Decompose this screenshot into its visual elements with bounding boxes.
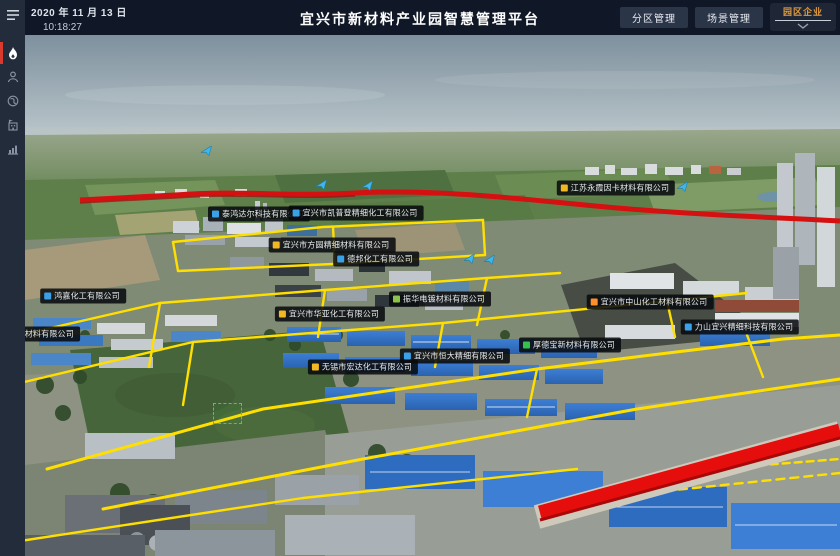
plane-icon — [200, 146, 214, 158]
company-label-text: 宜兴市方圆精细材料有限公司 — [283, 240, 390, 251]
plane-icon — [463, 254, 477, 266]
company-marker-icon — [293, 210, 300, 217]
company-label-text: 市防腐材料有限公司 — [25, 329, 74, 340]
company-label-text: 厚德宝新材料有限公司 — [533, 340, 615, 351]
company-marker-icon — [337, 256, 344, 263]
company-label[interactable]: 宜兴市方圆精细材料有限公司 — [269, 238, 396, 253]
company-label-text: 力山宜兴精细科技有限公司 — [695, 322, 793, 333]
company-marker-icon — [212, 211, 219, 218]
company-label-text: 振华电镀材料有限公司 — [403, 294, 485, 305]
company-marker-icon — [591, 299, 598, 306]
dropdown-divider — [775, 20, 831, 21]
top-bar: 2020 年 11 月 13 日 10:18:27 宜兴市新材料产业园智慧管理平… — [25, 0, 840, 35]
company-marker-icon — [312, 364, 319, 371]
sidebar-item-enterprise[interactable] — [0, 113, 25, 137]
company-marker-icon — [273, 242, 280, 249]
company-label-text: 宜兴市恒大精细有限公司 — [414, 351, 504, 362]
plane-icon — [483, 255, 497, 267]
company-marker-icon — [279, 311, 286, 318]
plane-icon — [315, 180, 329, 192]
sidebar-item-statistics[interactable] — [0, 137, 25, 161]
company-label[interactable]: 德邦化工有限公司 — [333, 252, 419, 267]
scene-manage-button[interactable]: 场景管理 — [695, 7, 763, 28]
zone-manage-button[interactable]: 分区管理 — [620, 7, 688, 28]
selection-box — [213, 403, 242, 424]
company-marker-icon — [561, 185, 568, 192]
sidebar-item-personnel[interactable] — [0, 65, 25, 89]
company-label[interactable]: 振华电镀材料有限公司 — [389, 292, 491, 307]
current-date: 2020 年 11 月 13 日 — [31, 4, 127, 19]
dropdown-label: 园区企业 — [783, 5, 823, 18]
bar-chart-icon — [7, 143, 19, 155]
company-label-text: 宜兴市中山化工材料有限公司 — [601, 297, 708, 308]
company-marker-icon — [523, 342, 530, 349]
company-marker-icon — [393, 296, 400, 303]
company-label[interactable]: 厚德宝新材料有限公司 — [519, 338, 621, 353]
company-label[interactable]: 宜兴市凯普登精细化工有限公司 — [289, 206, 424, 221]
datetime-block: 2020 年 11 月 13 日 10:18:27 — [31, 4, 127, 33]
company-label[interactable]: 力山宜兴精细科技有限公司 — [681, 320, 799, 335]
company-label-text: 江苏永霞因卡材料有限公司 — [571, 183, 669, 194]
current-time: 10:18:27 — [43, 22, 127, 33]
swirl-icon — [7, 95, 19, 107]
app-root: 2020 年 11 月 13 日 10:18:27 宜兴市新材料产业园智慧管理平… — [0, 0, 840, 556]
menu-icon — [6, 9, 20, 21]
company-label[interactable]: 宜兴市华亚化工有限公司 — [275, 307, 385, 322]
company-label-text: 德邦化工有限公司 — [347, 254, 413, 265]
sidebar-item-energy[interactable] — [0, 89, 25, 113]
company-marker-icon — [44, 293, 51, 300]
map-3d-view[interactable]: 泰鸿达尔科技有限公司宜兴市凯普登精细化工有限公司宜兴市方圆精细材料有限公司德邦化… — [25, 35, 840, 556]
chevron-down-icon — [797, 23, 809, 29]
company-label-text: 鸿嘉化工有限公司 — [54, 291, 120, 302]
plane-icon — [361, 181, 375, 193]
building-icon — [7, 119, 19, 131]
company-label-text: 宜兴市凯普登精细化工有限公司 — [303, 208, 418, 219]
company-label-text: 无锡市宏达化工有限公司 — [322, 362, 412, 373]
sidebar-item-alarm[interactable] — [0, 41, 25, 65]
company-label[interactable]: 宜兴市中山化工材料有限公司 — [587, 295, 714, 310]
company-marker-icon — [404, 353, 411, 360]
active-indicator — [0, 42, 3, 64]
park-enterprise-dropdown[interactable]: 园区企业 — [770, 3, 836, 31]
company-label[interactable]: 鸿嘉化工有限公司 — [40, 289, 126, 304]
sidebar — [0, 0, 25, 556]
sidebar-item-menu[interactable] — [0, 3, 25, 27]
user-icon — [7, 71, 19, 83]
company-label[interactable]: 无锡市宏达化工有限公司 — [308, 360, 418, 375]
company-label[interactable]: 市防腐材料有限公司 — [25, 327, 80, 342]
company-marker-icon — [685, 324, 692, 331]
page-title: 宜兴市新材料产业园智慧管理平台 — [300, 9, 540, 29]
plane-icon — [676, 182, 690, 194]
company-label-text: 宜兴市华亚化工有限公司 — [289, 309, 379, 320]
flame-icon — [7, 47, 19, 60]
topbar-actions: 分区管理 场景管理 园区企业 — [620, 0, 836, 35]
company-label[interactable]: 江苏永霞因卡材料有限公司 — [557, 181, 675, 196]
